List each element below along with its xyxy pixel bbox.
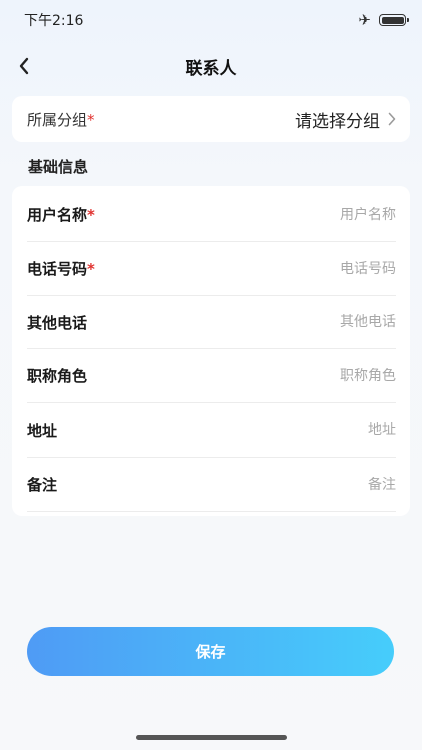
nav-bar: 联系人: [0, 44, 422, 88]
username-input[interactable]: [176, 206, 396, 223]
chevron-left-icon: [19, 57, 29, 75]
status-icons: ✈: [358, 11, 409, 29]
battery-icon: [379, 14, 409, 26]
form-row-title-role: 职称角色: [27, 349, 396, 403]
group-label-text: 所属分组: [27, 110, 88, 129]
title-role-input[interactable]: [176, 367, 396, 384]
section-title: 基础信息: [28, 158, 89, 176]
page-title: 联系人: [185, 58, 237, 79]
field-label: 地址: [27, 421, 58, 440]
back-button[interactable]: [8, 50, 40, 82]
field-label-text: 电话号码: [27, 260, 88, 278]
phone-input[interactable]: [176, 260, 396, 277]
required-mark: *: [87, 260, 95, 278]
group-selector-row[interactable]: 所属分组* 请选择分组: [12, 96, 410, 142]
required-mark: *: [87, 206, 95, 224]
group-select[interactable]: 请选择分组: [295, 107, 396, 132]
field-label-text: 用户名称: [27, 206, 88, 224]
other-phone-input[interactable]: [176, 314, 396, 330]
address-input[interactable]: [176, 422, 396, 438]
field-label: 其他电话: [27, 313, 88, 332]
field-label: 职称角色: [27, 367, 88, 385]
field-label: 备注: [27, 476, 58, 494]
group-label: 所属分组*: [27, 109, 95, 130]
home-indicator[interactable]: [136, 735, 287, 740]
form-row-remark: 备注: [27, 458, 396, 512]
chevron-right-icon: [388, 112, 396, 126]
form-row-username: 用户名称*: [27, 188, 396, 242]
battery-level: [381, 16, 404, 24]
form-row-address: 地址: [27, 403, 396, 458]
status-time: 下午2:16: [24, 13, 84, 29]
status-bar: 下午2:16 ✈: [0, 0, 422, 40]
group-placeholder: 请选择分组: [295, 111, 380, 132]
field-label: 电话号码*: [27, 258, 95, 279]
airplane-mode-icon: ✈: [358, 11, 371, 29]
remark-input[interactable]: [176, 476, 396, 493]
form-row-phone: 电话号码*: [27, 242, 396, 296]
basic-info-form: 用户名称* 电话号码* 其他电话 职称角色 地址 备注: [12, 186, 410, 516]
required-mark: *: [87, 110, 95, 129]
save-button[interactable]: 保存: [27, 627, 394, 676]
form-row-other-phone: 其他电话: [27, 296, 396, 349]
field-label: 用户名称*: [27, 204, 95, 225]
